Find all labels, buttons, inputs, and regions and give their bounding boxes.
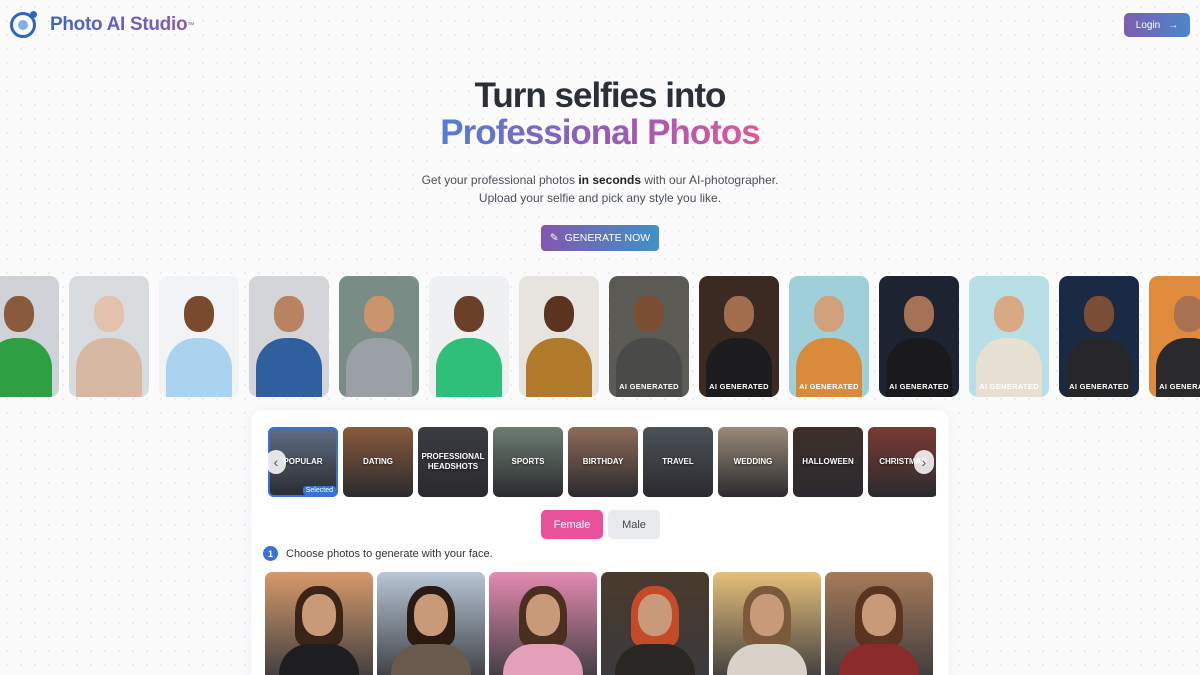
style-photo-option[interactable] [265,572,373,675]
camera-aperture-icon [10,11,37,38]
category-label: PROFESSIONAL HEADSHOTS [421,452,485,471]
style-photo-option[interactable] [489,572,597,675]
hero-subtitle-line1: Get your professional photos in seconds … [0,171,1200,189]
style-photo-gallery [265,572,933,675]
category-label: TRAVEL [662,457,694,466]
category-tile[interactable]: BIRTHDAY [568,427,638,497]
generate-now-label: GENERATE NOW [564,232,651,244]
login-button[interactable]: Login → [1124,13,1190,37]
style-photo-option[interactable] [377,572,485,675]
step-number-badge: 1 [263,546,278,561]
arrow-right-icon: → [1168,19,1179,31]
category-carousel: POPULAR Selected DATING PROFESSIONAL HEADSH… [268,427,936,497]
category-label: DATING [362,457,394,466]
category-label: WEDDING [733,457,773,466]
hero-title-line1: Turn selfies into [474,76,727,115]
female-toggle-button[interactable]: Female [541,510,603,539]
style-photo-option[interactable] [825,572,933,675]
ai-generated-label: AI GENERATED [1069,382,1129,391]
selfie-photo [69,276,149,397]
category-label: HALLOWEEN [802,457,854,466]
step-text: Choose photos to generate with your face… [286,547,493,560]
trademark-symbol: ™ [187,21,195,29]
subtitle-emphasis: in seconds [578,173,642,187]
selfie-photo [429,276,509,397]
carousel-next-icon[interactable]: › [914,450,934,474]
brand-logo[interactable]: Photo AI Studio ™ [10,11,195,38]
login-label: Login [1135,19,1161,31]
ai-generated-label: AI GENERATED [1159,382,1200,391]
category-label: SPORTS [511,457,545,466]
selfie-photo [159,276,239,397]
subtitle-text-end: with our AI-photographer. [641,173,779,187]
male-toggle-button[interactable]: Male [608,510,660,539]
ai-generated-photo: AI GENERATED [879,276,959,397]
selected-badge: Selected [302,486,336,495]
carousel-prev-icon[interactable]: ‹ [266,450,286,474]
category-tile[interactable]: WEDDING [718,427,788,497]
brand-name: Photo AI Studio [50,14,188,35]
selfie-photo [339,276,419,397]
category-tile[interactable]: DATING [343,427,413,497]
selfie-photo [519,276,599,397]
ai-generated-label: AI GENERATED [799,382,859,391]
style-photo-option[interactable] [601,572,709,675]
category-tile[interactable]: HALLOWEEN [793,427,863,497]
ai-generated-label: AI GENERATED [979,382,1039,391]
generate-now-button[interactable]: ✎ GENERATE NOW [541,225,659,251]
ai-generated-photo: AI GENERATED [1149,276,1200,397]
style-photo-option[interactable] [713,572,821,675]
subtitle-text: Get your professional photos [421,173,579,187]
ai-generated-photo: AI GENERATED [1059,276,1139,397]
category-tile[interactable]: TRAVEL [643,427,713,497]
hero-title-line2: Professional Photos [430,113,770,153]
category-tile[interactable]: SPORTS [493,427,563,497]
magic-wand-icon: ✎ [549,232,559,244]
ai-generated-photo: AI GENERATED [699,276,779,397]
ai-generated-label: AI GENERATED [889,382,949,391]
category-label: BIRTHDAY [582,457,624,466]
ai-generated-label: AI GENERATED [709,382,769,391]
category-tile[interactable]: PROFESSIONAL HEADSHOTS [418,427,488,497]
ai-generated-photo: AI GENERATED [969,276,1049,397]
hero-subtitle-line2: Upload your selfie and pick any style yo… [478,191,722,205]
example-photo-strip: AI GENERATED AI GENERATED AI GENERATED AI G… [0,276,1200,397]
selfie-photo [0,276,59,397]
step-instruction: 1 Choose photos to generate with your fa… [263,546,493,561]
ai-generated-label: AI GENERATED [619,382,679,391]
selfie-photo [249,276,329,397]
ai-generated-photo: AI GENERATED [609,276,689,397]
ai-generated-photo: AI GENERATED [789,276,869,397]
